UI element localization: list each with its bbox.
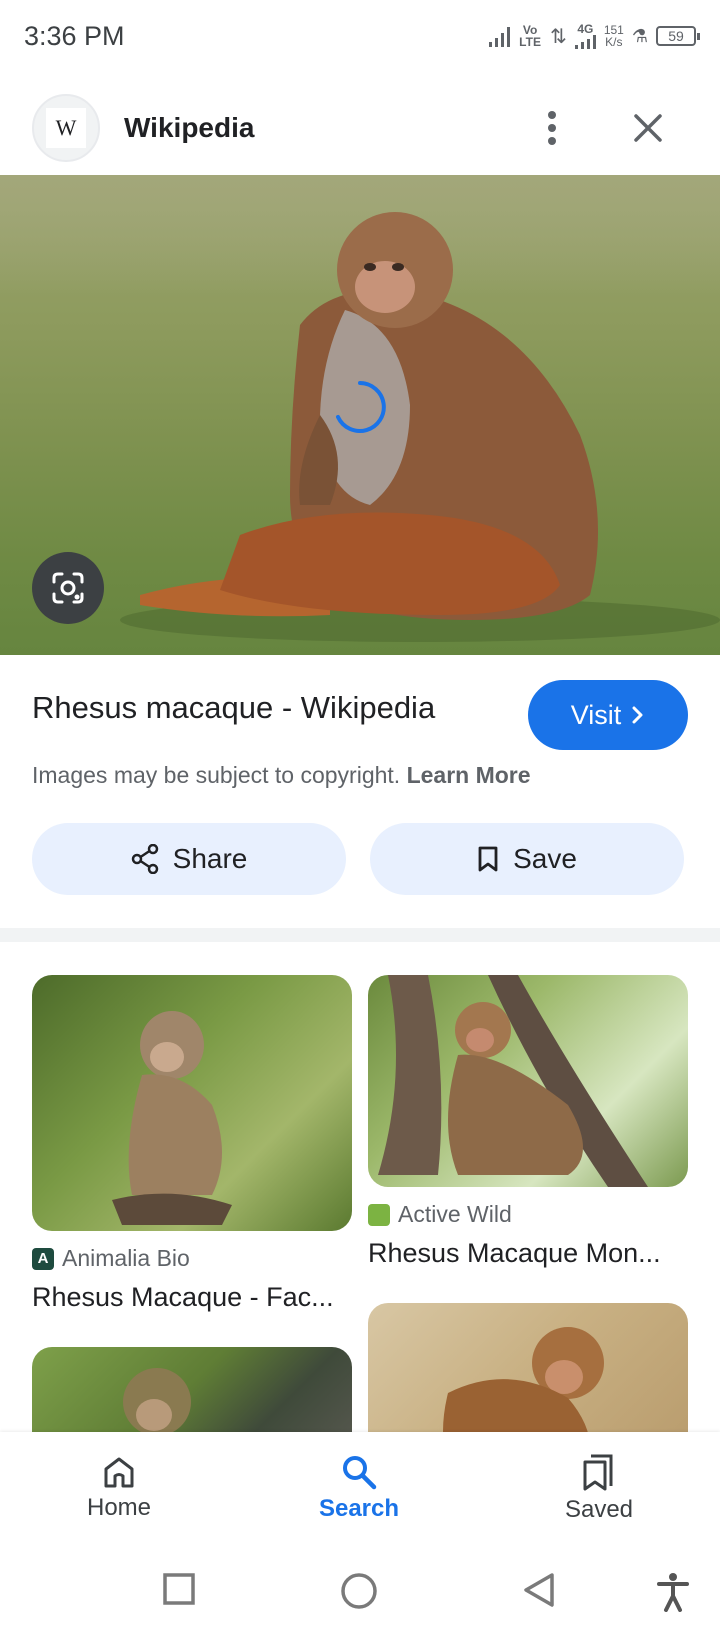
source-active-wild[interactable]: Active Wild: [368, 1201, 512, 1228]
data-arrows-icon: ⇅: [550, 25, 567, 48]
more-options-button[interactable]: [532, 104, 572, 152]
macaque-thumbnail-2: [378, 975, 648, 1187]
loading-spinner-icon: [336, 381, 386, 433]
source-header: W Wikipedia: [0, 84, 720, 172]
system-navigation-bar: [0, 1544, 720, 1640]
volte-label: Vo LTE: [519, 23, 541, 49]
speed-unit: K/s: [605, 35, 623, 49]
network-speed: 151 K/s: [604, 24, 624, 48]
share-button[interactable]: Share: [32, 823, 346, 895]
accessibility-button[interactable]: [656, 1572, 690, 1612]
copyright-notice: Images may be subject to copyright. Lear…: [32, 762, 531, 789]
battery-icon: 59: [656, 26, 700, 46]
hero-image[interactable]: [0, 175, 720, 655]
related-title-1[interactable]: Rhesus Macaque - Fac...: [32, 1282, 334, 1313]
visit-label: Visit: [570, 699, 622, 730]
recent-apps-button[interactable]: [162, 1572, 196, 1606]
source-name: Active Wild: [398, 1201, 512, 1227]
nav-home-label: Home: [86, 1494, 152, 1521]
battery-level: 59: [668, 28, 684, 44]
nav-saved[interactable]: Saved: [499, 1432, 699, 1544]
home-system-button[interactable]: [340, 1572, 378, 1610]
wikipedia-logo[interactable]: W: [32, 94, 100, 162]
close-button[interactable]: [622, 104, 674, 152]
source-animalia-bio[interactable]: A Animalia Bio: [32, 1245, 190, 1272]
chevron-right-icon: [632, 706, 643, 724]
related-image-2[interactable]: [368, 975, 688, 1187]
copyright-text: Images may be subject to copyright.: [32, 762, 401, 788]
google-lens-button[interactable]: [32, 552, 104, 624]
status-bar: 3:36 PM Vo LTE ⇅ 4G 151 K/s ⚗ 59: [0, 0, 720, 72]
source-name: Animalia Bio: [62, 1245, 190, 1271]
save-button[interactable]: Save: [370, 823, 684, 895]
share-label: Share: [172, 843, 248, 874]
lens-icon: [52, 572, 84, 604]
nav-search[interactable]: Search: [259, 1432, 459, 1544]
animalia-bio-icon: A: [32, 1247, 54, 1270]
flask-icon: ⚗: [631, 25, 648, 46]
nav-saved-label: Saved: [564, 1496, 634, 1523]
wikipedia-logo-letter: W: [46, 108, 86, 148]
signal-4g: 4G: [574, 22, 596, 49]
status-time: 3:36 PM: [24, 20, 125, 51]
network-gen-label: 4G: [577, 22, 594, 36]
related-image-1[interactable]: [32, 975, 352, 1231]
accessibility-icon: [657, 1573, 689, 1612]
signal-icon: [489, 25, 511, 47]
back-triangle-icon: [524, 1573, 554, 1607]
more-vert-icon: [548, 111, 556, 145]
save-label: Save: [513, 843, 577, 874]
result-title[interactable]: Rhesus macaque - Wikipedia: [32, 690, 435, 726]
nav-home[interactable]: Home: [19, 1432, 219, 1544]
visit-button[interactable]: Visit: [528, 680, 688, 750]
share-icon: [131, 844, 158, 874]
section-divider: [0, 928, 720, 942]
bottom-navigation: Home Search Saved: [0, 1432, 720, 1544]
nav-search-label: Search: [318, 1495, 400, 1522]
search-icon: [343, 1456, 377, 1490]
saved-collections-icon: [583, 1454, 613, 1491]
learn-more-link[interactable]: Learn More: [407, 762, 531, 788]
back-button[interactable]: [522, 1572, 556, 1608]
close-icon: [634, 114, 662, 142]
status-indicators: Vo LTE ⇅ 4G 151 K/s ⚗ 59: [489, 22, 700, 49]
related-title-2[interactable]: Rhesus Macaque Mon...: [368, 1238, 661, 1269]
home-icon: [104, 1457, 134, 1488]
bookmark-icon: [478, 846, 498, 872]
active-wild-icon: [368, 1203, 390, 1226]
macaque-thumbnail-1: [112, 1011, 232, 1225]
circle-icon: [341, 1573, 377, 1609]
square-icon: [163, 1573, 195, 1605]
site-name[interactable]: Wikipedia: [124, 112, 254, 144]
